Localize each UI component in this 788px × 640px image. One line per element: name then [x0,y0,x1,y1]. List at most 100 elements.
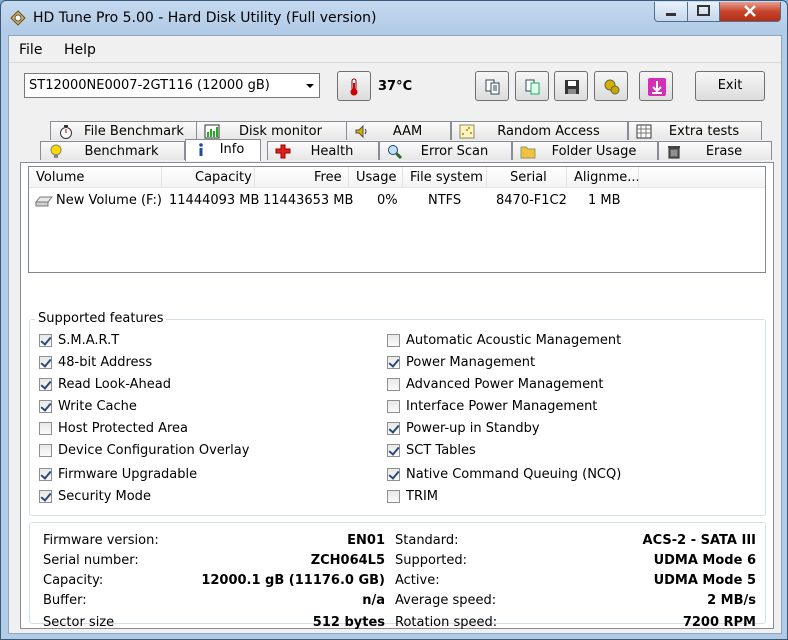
feature-label: Power-up in Standby [406,421,540,436]
info-value: ACS-2 - SATA III [642,533,756,548]
copy-info-button[interactable] [475,71,509,101]
info-value: 7200 RPM [682,615,756,630]
info-label: Average speed: [395,593,497,608]
col-usage[interactable]: Usage [356,170,397,185]
checkbox[interactable] [387,468,400,481]
feature-label: Firmware Upgradable [58,467,198,482]
tab-benchmark[interactable]: Benchmark [40,141,185,160]
checkbox[interactable] [387,444,400,457]
checkbox[interactable] [387,334,400,347]
info-label: Rotation speed: [395,615,498,630]
tab-extra-tests[interactable]: Extra tests [628,121,762,140]
minimize-icon [666,13,676,16]
volume-list-header: Volume Capacity Free Usage File system S… [29,167,765,188]
tab-random-access[interactable]: Random Access [451,121,628,140]
toolbar: ST12000NE0007-2GT116 (12000 gB) 37°C Exi… [9,62,781,113]
volume-capacity: 11444093 MB [169,193,260,208]
feature-label: Read Look-Ahead [58,377,172,392]
col-alignment[interactable]: Alignme... [574,170,640,185]
close-button[interactable] [719,2,781,22]
checkbox[interactable] [387,400,400,413]
copy-all-icon [525,79,540,95]
col-serial[interactable]: Serial [510,170,547,185]
volume-list[interactable]: Volume Capacity Free Usage File system S… [28,166,766,273]
feature-label: Native Command Queuing (NCQ) [406,467,622,482]
tab-aam[interactable]: AAM [346,121,451,140]
tab-label: Erase [705,144,743,159]
checkbox[interactable] [387,422,400,435]
window-title: HD Tune Pro 5.00 - Hard Disk Utility (Fu… [33,10,377,26]
floppy-icon [565,80,579,94]
tab-erase[interactable]: Erase [658,141,772,160]
tab-folder-usage[interactable]: Folder Usage [512,141,658,160]
tab-disk-monitor[interactable]: Disk monitor [196,121,347,140]
download-icon [648,78,666,96]
chevron-down-icon [306,84,314,88]
info-value: 12000.1 gB (11176.0 GB) [201,573,385,588]
tab-label: AAM [392,124,423,139]
info-value: ZCH064L5 [310,553,385,568]
checkbox[interactable] [39,334,52,347]
title-bar[interactable]: HD Tune Pro 5.00 - Hard Disk Utility (Fu… [1,1,787,35]
feature-label: Advanced Power Management [406,377,604,392]
volume-usage: 0% [377,193,398,208]
checkbox[interactable] [387,378,400,391]
col-volume[interactable]: Volume [36,170,84,185]
app-icon [10,10,26,26]
maximize-button[interactable] [687,2,720,22]
col-free[interactable]: Free [314,170,342,185]
info-value: UDMA Mode 6 [653,553,756,568]
wrench-icon [604,79,620,95]
tab-label: Random Access [497,124,600,139]
feature-label: Interface Power Management [406,399,598,414]
download-button[interactable] [639,71,673,101]
col-capacity[interactable]: Capacity [195,170,252,185]
col-filesystem[interactable]: File system [410,170,483,185]
info-value: 2 MB/s [707,593,756,608]
tab-label: File Benchmark [84,124,184,139]
info-value: EN01 [347,533,385,548]
minimize-button[interactable] [654,2,688,22]
info-label: Firmware version: [43,533,159,548]
info-label: Capacity: [43,573,104,588]
checkbox[interactable] [387,490,400,503]
tab-file-benchmark[interactable]: File Benchmark [50,121,200,140]
save-button[interactable] [554,71,588,101]
tab-row-bottom: Benchmark Info Health Error Scan Folder Usag… [20,139,772,161]
checkbox[interactable] [39,378,52,391]
drive-select[interactable]: ST12000NE0007-2GT116 (12000 gB) [24,73,320,98]
tab-row-top: File Benchmark Disk monitor AAM Random Acce… [20,121,772,141]
exit-button[interactable]: Exit [695,71,765,101]
options-button[interactable] [594,71,628,101]
volume-name: New Volume (F:) [56,193,162,208]
checkbox[interactable] [39,356,52,369]
supported-features-title: Supported features [35,311,167,326]
volume-alignment: 1 MB [588,193,621,208]
tab-error-scan[interactable]: Error Scan [379,141,512,160]
info-label: Serial number: [43,553,139,568]
tab-health[interactable]: Health [267,141,379,160]
checkbox[interactable] [39,468,52,481]
maximize-icon [697,5,710,16]
feature-label: Security Mode [58,489,151,504]
checkbox[interactable] [39,490,52,503]
checkbox[interactable] [39,444,52,457]
menu-file[interactable]: File [19,42,42,58]
menu-help[interactable]: Help [64,42,96,58]
tab-info[interactable]: Info [185,139,261,161]
checkbox[interactable] [39,400,52,413]
info-label: Sector size [43,615,115,630]
info-label: Active: [395,573,440,588]
copy-all-button[interactable] [515,71,549,101]
checkbox[interactable] [387,356,400,369]
drive-select-value: ST12000NE0007-2GT116 (12000 gB) [29,78,270,93]
feature-label: Automatic Acoustic Management [406,333,622,348]
info-label: Supported: [395,553,468,568]
tab-label: Extra tests [668,124,740,139]
checkbox[interactable] [39,422,52,435]
feature-label: Device Configuration Overlay [58,443,250,458]
info-value: n/a [362,593,385,608]
copy-icon [485,79,500,95]
volume-filesystem: NTFS [428,193,462,208]
temperature-button[interactable] [337,71,371,101]
